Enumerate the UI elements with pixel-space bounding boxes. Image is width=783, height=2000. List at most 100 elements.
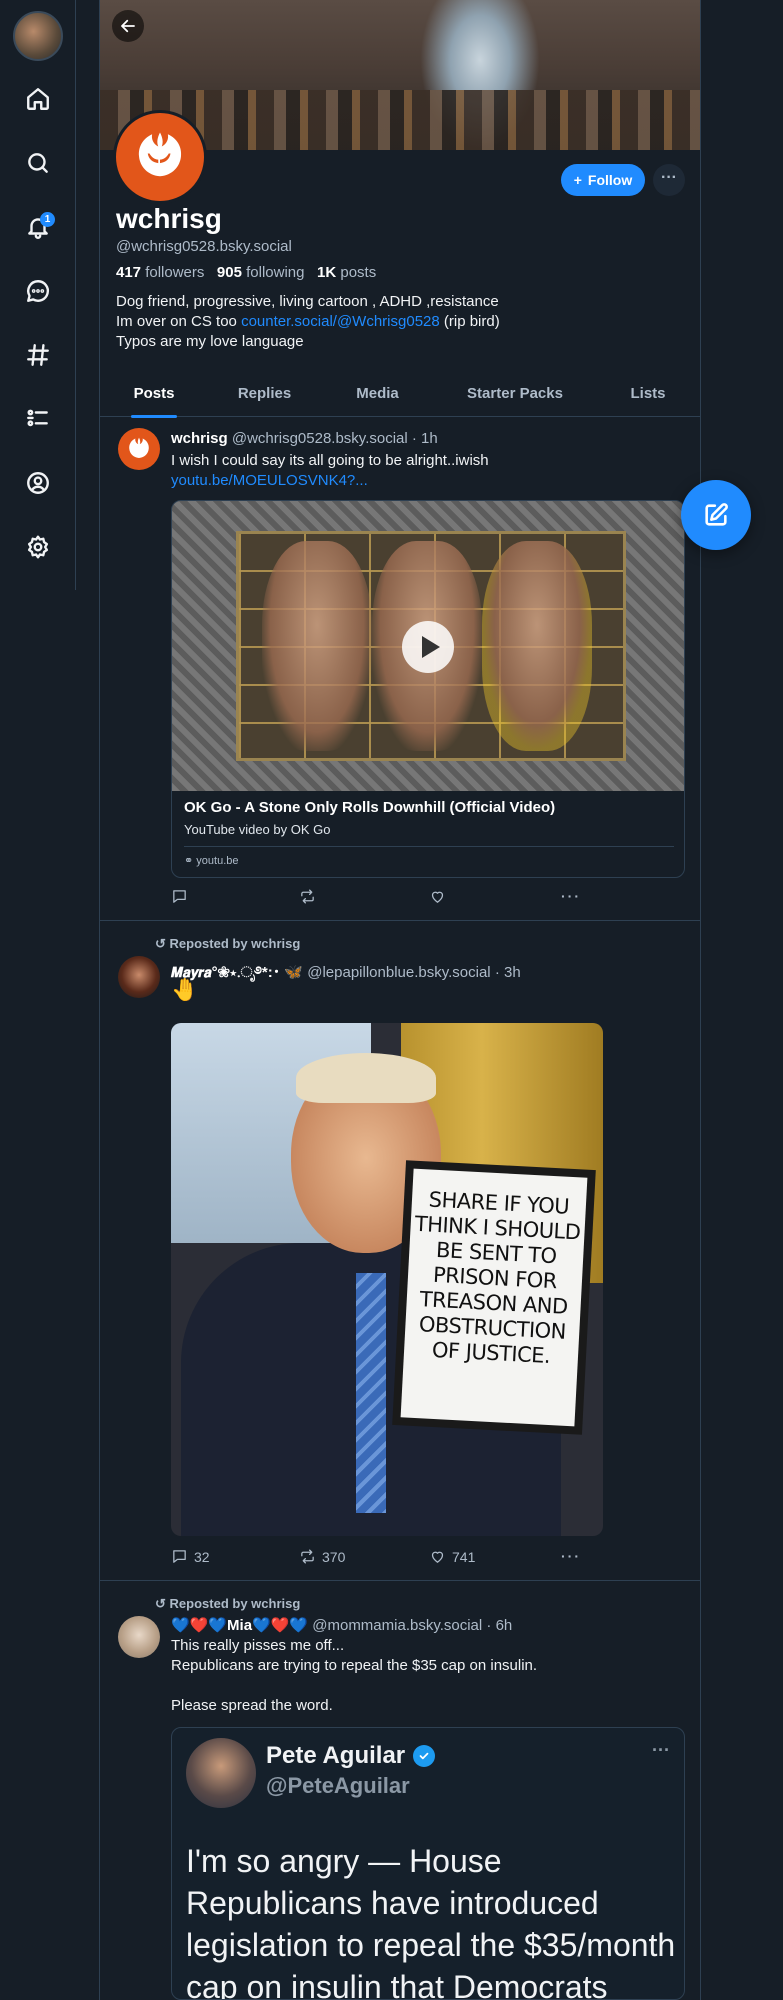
post-body-line: This really pisses me off... <box>171 1637 345 1654</box>
quoted-author-avatar <box>186 1738 256 1808</box>
author-avatar[interactable] <box>118 956 160 998</box>
thumbnail-face <box>482 541 592 751</box>
arrow-left-icon <box>121 19 135 33</box>
image-sign: SHARE IF YOU THINK I SHOULD BE SENT TO P… <box>392 1160 596 1435</box>
post-body-line: Republicans are trying to repeal the $35… <box>171 1657 538 1674</box>
compose-icon <box>705 503 728 526</box>
reply-icon <box>173 890 186 903</box>
post-divider <box>100 920 700 921</box>
like-button[interactable] <box>429 888 446 905</box>
bio-line: Typos are my love language <box>116 333 304 350</box>
rebel-alliance-logo <box>138 132 182 177</box>
embedded-screenshot-card[interactable]: Pete Aguilar @PeteAguilar ··· I'm so ang… <box>171 1727 685 2000</box>
tab-replies[interactable]: Replies <box>208 370 321 417</box>
repost-indicator[interactable]: ↺ Reposted by wchrisg <box>155 936 300 952</box>
profile-bio: Dog friend, progressive, living cartoon … <box>116 292 676 352</box>
post-body-line: Please spread the word. <box>171 1697 333 1714</box>
post-actions: 32 370 741 ··· <box>171 1548 591 1568</box>
plus-icon: + <box>573 172 582 188</box>
post-image[interactable]: SHARE IF YOU THINK I SHOULD BE SENT TO P… <box>171 1023 603 1536</box>
repost-indicator[interactable]: ↺ Reposted by wchrisg <box>155 1596 300 1612</box>
link-preview-card[interactable]: OK Go - A Stone Only Rolls Downhill (Off… <box>171 500 685 878</box>
reply-button[interactable] <box>171 888 188 905</box>
post-time[interactable]: · 1h <box>412 430 438 447</box>
post-meta: 💙❤️💙Mia💙❤️💙 @mommamia.bsky.social · 6h <box>171 1616 512 1634</box>
repost-icon <box>301 889 314 904</box>
profile-avatar[interactable] <box>113 110 207 204</box>
post-time[interactable]: · 6h <box>486 1617 512 1634</box>
tab-posts[interactable]: Posts <box>100 370 208 417</box>
post-more-button[interactable]: ··· <box>561 888 581 904</box>
profile-display-name: wchrisg <box>116 203 222 234</box>
author-handle[interactable]: @mommamia.bsky.social <box>312 1617 482 1634</box>
author-handle[interactable]: @wchrisg0528.bsky.social <box>232 430 408 447</box>
profile-tabs: Posts Replies Media Starter Packs Lists <box>100 370 700 417</box>
quoted-text: I'm so angry — House Republicans have in… <box>186 1843 676 2000</box>
current-user-avatar[interactable] <box>13 11 63 61</box>
post-more-button[interactable]: ··· <box>561 1548 581 1564</box>
quoted-author-name: Pete Aguilar <box>266 1742 436 1770</box>
posts-count: 1K posts <box>317 264 377 281</box>
repost-icon: ↺ <box>155 1596 166 1611</box>
heart-icon <box>431 1551 444 1563</box>
follow-label: Follow <box>587 172 633 188</box>
author-avatar[interactable] <box>118 1616 160 1658</box>
compose-button[interactable] <box>681 480 751 550</box>
quoted-author-handle: @PeteAguilar <box>266 1773 410 1798</box>
hashtag-icon[interactable] <box>23 340 53 370</box>
post-meta: 𝙈𝙖𝙮𝙧𝙖°❀⋆.ೃ࿔*:･ 🦋 @lepapillonblue.bsky.so… <box>171 956 521 998</box>
profile-more-button[interactable]: ··· <box>653 164 685 196</box>
tab-media[interactable]: Media <box>321 370 434 417</box>
author-avatar[interactable] <box>118 428 160 470</box>
bio-text: (rip bird) <box>439 313 500 330</box>
author-name[interactable]: 💙❤️💙Mia💙❤️💙 <box>171 1617 308 1634</box>
author-handle[interactable]: @lepapillonblue.bsky.social <box>307 964 490 981</box>
followers-link[interactable]: 417 followers <box>116 264 204 281</box>
video-thumbnail <box>172 501 684 791</box>
chat-icon[interactable] <box>23 276 53 306</box>
follow-button[interactable]: + Follow <box>561 164 645 196</box>
like-button[interactable]: 741 <box>429 1548 475 1565</box>
embed-title: OK Go - A Stone Only Rolls Downhill (Off… <box>184 799 556 816</box>
repost-button[interactable] <box>299 888 316 905</box>
reply-button[interactable]: 32 <box>171 1548 210 1565</box>
repost-button[interactable]: 370 <box>299 1548 345 1565</box>
image-tie <box>356 1273 386 1513</box>
post-actions: ··· <box>171 888 591 908</box>
gear-icon[interactable] <box>23 532 53 562</box>
repost-icon <box>301 1549 314 1564</box>
repost-icon: ↺ <box>155 936 166 951</box>
bio-link[interactable]: counter.social/@Wchrisg0528 <box>241 313 440 330</box>
heart-icon <box>431 891 444 903</box>
post-text: This really pisses me off... Republicans… <box>171 1636 537 1716</box>
post-divider <box>100 1580 700 1581</box>
list-icon[interactable] <box>23 404 53 434</box>
globe-icon: ⚭ <box>184 855 194 867</box>
following-link[interactable]: 905 following <box>217 264 305 281</box>
profile-column: + Follow ··· wchrisg @wchrisg0528.bsky.s… <box>99 0 701 2000</box>
profile-icon[interactable] <box>23 468 53 498</box>
play-button-icon[interactable] <box>402 621 454 673</box>
left-nav-rail: 1 <box>0 0 76 590</box>
post-link[interactable]: youtu.be/MOEULOSVNK4?... <box>171 471 489 491</box>
notifications-badge: 1 <box>40 212 55 227</box>
like-count: 741 <box>452 1548 476 1565</box>
reply-icon <box>173 1550 186 1563</box>
thumbnail-face <box>262 541 372 751</box>
search-icon[interactable] <box>23 148 53 178</box>
post-time[interactable]: · 3h <box>495 964 521 981</box>
home-icon[interactable] <box>23 84 53 114</box>
embed-divider <box>184 846 674 847</box>
post-body: 🤚 <box>171 977 199 1002</box>
post-body: I wish I could say its all going to be a… <box>171 452 489 469</box>
author-name[interactable]: wchrisg <box>171 430 228 447</box>
tab-starter-packs[interactable]: Starter Packs <box>434 370 596 417</box>
back-button[interactable] <box>112 10 144 42</box>
tab-lists[interactable]: Lists <box>596 370 700 417</box>
verified-badge-icon <box>413 1745 436 1767</box>
more-dots-icon: ··· <box>652 1740 670 1760</box>
profile-stats: 417 followers 905 following 1K posts <box>116 264 376 281</box>
image-hair <box>296 1053 436 1103</box>
repost-count: 370 <box>322 1548 346 1565</box>
bio-line: Dog friend, progressive, living cartoon … <box>116 293 499 310</box>
